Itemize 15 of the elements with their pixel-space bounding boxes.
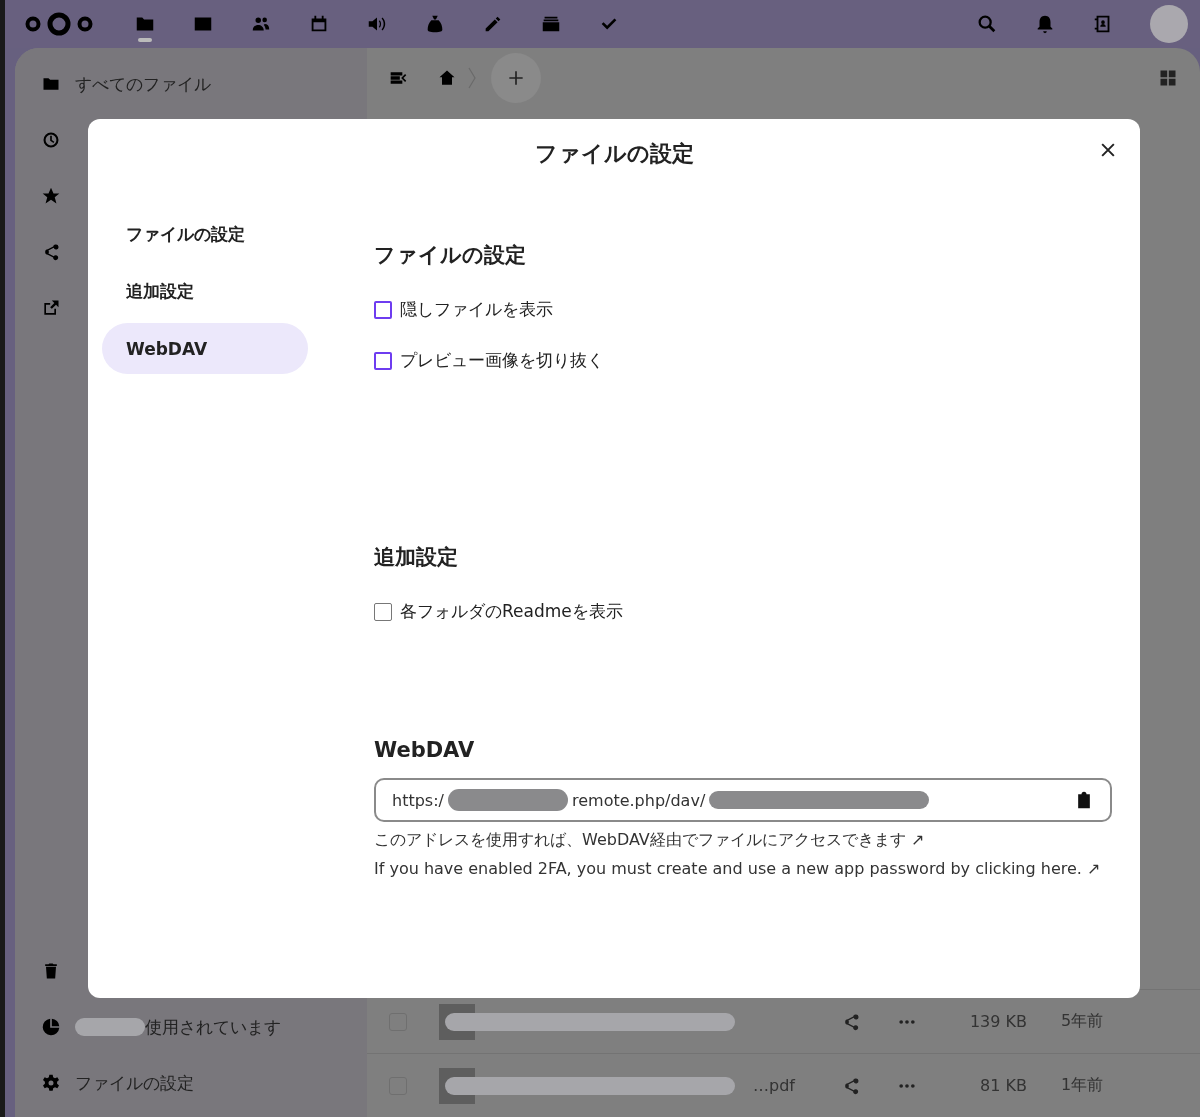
option-label: プレビュー画像を切り抜く: [400, 349, 604, 372]
modified-time: 1年前: [1061, 1075, 1104, 1096]
option-label: 隠しファイルを表示: [400, 298, 553, 321]
dialog-title: ファイルの設定: [534, 140, 694, 168]
file-name: …pdf: [753, 1076, 795, 1095]
file-size: 81 KB: [979, 1076, 1027, 1095]
section-heading: 追加設定: [374, 544, 459, 571]
modified-time: 5年前: [1061, 1011, 1104, 1032]
usage-text: 使用されています: [145, 1015, 281, 1039]
section-heading: WebDAV: [374, 738, 476, 762]
section-heading: ファイルの設定: [374, 242, 527, 269]
file-size: 139 KB: [968, 1012, 1027, 1031]
sidebar-label: ファイルの設定: [75, 1071, 194, 1095]
sidebar-label: すべてのファイル: [75, 72, 211, 96]
option-label: 各フォルダのReadmeを表示: [400, 600, 623, 623]
